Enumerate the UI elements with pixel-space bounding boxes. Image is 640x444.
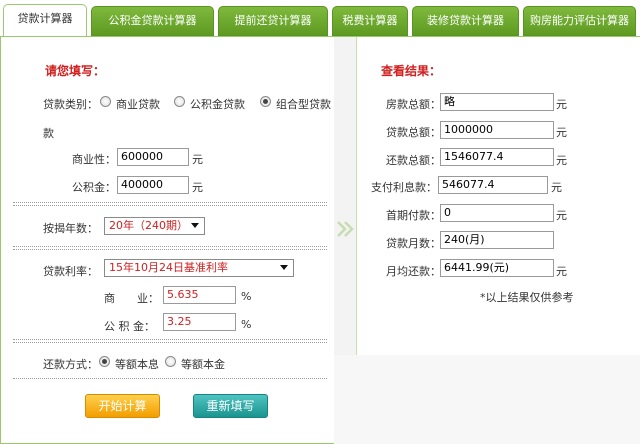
panel-separator — [334, 37, 356, 355]
rate-fund-unit: % — [241, 318, 252, 331]
down-payment-field: 0 — [440, 204, 554, 222]
commercial-amount-input[interactable]: 600000 — [117, 148, 189, 166]
loan-rate-label: 贷款利率： — [43, 265, 98, 278]
repay-total-unit: 元 — [556, 154, 567, 167]
monthly-payment-label: 月均还款： — [386, 265, 441, 278]
calculate-button[interactable]: 开始计算 — [85, 394, 160, 418]
rate-commercial-label: 商 业： — [104, 292, 159, 305]
reset-button[interactable]: 重新填写 — [193, 394, 268, 418]
result-section-title: 查看结果： — [381, 64, 442, 78]
loan-rate-select[interactable]: 15年10月24日基准利率 — [104, 259, 294, 277]
input-panel: 请您填写： 贷款类别： 商业贷款 公积金贷款 组合型贷款 款 商业性： 6000… — [13, 37, 333, 437]
repay-method-label: 还款方式： — [43, 358, 98, 371]
house-total-unit: 元 — [556, 98, 567, 111]
monthly-payment-field: 6441.99(元) — [440, 259, 554, 277]
house-total-label: 房款总额： — [386, 98, 441, 111]
bottom-empty-area — [334, 355, 640, 444]
mortgage-years-label: 按揭年数： — [43, 222, 98, 235]
rate-fund-label: 公 积 金： — [104, 320, 155, 333]
repay-total-field: 1546077.4 — [440, 148, 554, 166]
down-payment-label: 首期付款： — [386, 209, 441, 222]
tab-bar: 贷款计算器 公积金贷款计算器 提前还贷计算器 税费计算器 装修贷款计算器 购房能… — [0, 0, 640, 37]
interest-label: 支付利息款： — [371, 181, 437, 194]
divider — [13, 202, 327, 203]
divider — [13, 342, 327, 343]
radio-commercial-loan[interactable] — [100, 96, 111, 107]
loan-type-combined-label: 组合型贷款 — [276, 98, 331, 111]
radio-combined-loan[interactable] — [260, 96, 271, 107]
result-panel: 查看结果： 房款总额： 略 元 贷款总额： 1000000 元 还款总额： 15… — [356, 37, 640, 355]
interest-field: 546077.4 — [438, 176, 548, 194]
fund-amount-label: 公积金： — [72, 181, 116, 194]
repay-equal-principal-label: 等额本金 — [181, 358, 225, 371]
fund-amount-unit: 元 — [192, 181, 203, 194]
loan-type-label: 贷款类别： — [43, 98, 98, 111]
divider — [13, 205, 327, 206]
tab-affordability-calculator[interactable]: 购房能力评估计算器 — [523, 6, 636, 36]
interest-unit: 元 — [551, 181, 562, 194]
loan-type-wrap-text: 款 — [43, 127, 54, 140]
rate-fund-input[interactable]: 3.25 — [163, 313, 236, 331]
mortgage-years-value: 20年（240期） — [109, 219, 188, 232]
loan-rate-value: 15年10月24日基准利率 — [109, 261, 228, 274]
divider — [13, 249, 327, 250]
result-disclaimer: *以上结果仅供参考 — [480, 291, 574, 304]
tab-prepayment-calculator[interactable]: 提前还贷计算器 — [218, 6, 328, 36]
radio-equal-installment[interactable] — [99, 356, 110, 367]
tab-renovation-loan-calculator[interactable]: 装修贷款计算器 — [412, 6, 519, 36]
input-section-title: 请您填写： — [45, 64, 106, 78]
repay-total-label: 还款总额： — [386, 154, 441, 167]
house-total-field: 略 — [440, 93, 554, 111]
down-payment-unit: 元 — [556, 209, 567, 222]
chevron-down-icon — [280, 265, 288, 270]
divider — [13, 246, 327, 247]
chevron-down-icon — [191, 223, 199, 228]
fund-amount-input[interactable]: 400000 — [117, 176, 189, 194]
radio-fund-loan[interactable] — [174, 96, 185, 107]
calculator-frame: 请您填写： 贷款类别： 商业贷款 公积金贷款 组合型贷款 款 商业性： 6000… — [0, 36, 640, 444]
repay-equal-installment-label: 等额本息 — [115, 358, 159, 371]
tab-loan-calculator[interactable]: 贷款计算器 — [3, 4, 87, 37]
tab-tax-calculator[interactable]: 税费计算器 — [332, 6, 408, 36]
loan-total-field: 1000000 — [440, 121, 554, 139]
loan-months-field: 240(月) — [440, 231, 554, 249]
loan-total-label: 贷款总额： — [386, 126, 441, 139]
commercial-amount-unit: 元 — [192, 153, 203, 166]
monthly-payment-unit: 元 — [556, 265, 567, 278]
loan-total-unit: 元 — [556, 126, 567, 139]
loan-type-fund-label: 公积金贷款 — [190, 98, 245, 111]
rate-commercial-input[interactable]: 5.635 — [163, 286, 236, 304]
double-chevron-right-icon — [337, 221, 354, 237]
loan-months-label: 贷款月数： — [386, 237, 441, 250]
divider — [13, 378, 327, 379]
loan-type-commercial-label: 商业贷款 — [116, 98, 160, 111]
commercial-amount-label: 商业性： — [72, 153, 116, 166]
radio-equal-principal[interactable] — [165, 356, 176, 367]
mortgage-years-select[interactable]: 20年（240期） — [104, 217, 205, 235]
tab-provident-fund-calculator[interactable]: 公积金贷款计算器 — [91, 6, 214, 36]
rate-commercial-unit: % — [241, 290, 252, 303]
divider — [13, 339, 327, 340]
